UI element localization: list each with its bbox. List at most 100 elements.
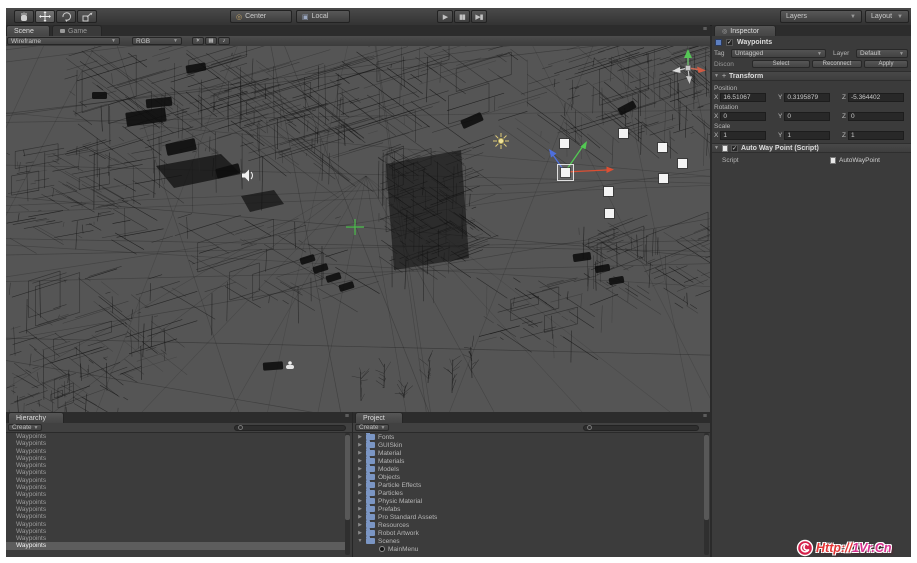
tab-game[interactable]: Game: [52, 25, 102, 36]
chevron-right-icon[interactable]: ▶: [357, 514, 363, 520]
hierarchy-scrollbar[interactable]: [345, 433, 350, 555]
chevron-right-icon[interactable]: ▶: [357, 490, 363, 496]
scene-viewport[interactable]: [6, 46, 710, 412]
chevron-right-icon[interactable]: ▶: [357, 506, 363, 512]
hierarchy-item[interactable]: Waypoints: [6, 499, 345, 506]
hand-tool-button[interactable]: [14, 10, 34, 23]
script-component-header[interactable]: ▼ Auto Way Point (Script): [712, 143, 911, 153]
scale-z-field[interactable]: 1: [848, 131, 904, 140]
chevron-right-icon[interactable]: ▶: [357, 450, 363, 456]
script-enabled-checkbox[interactable]: [731, 145, 738, 152]
hierarchy-item[interactable]: Waypoints: [6, 433, 345, 440]
chevron-right-icon[interactable]: ▶: [357, 522, 363, 528]
rotation-z-field[interactable]: 0: [848, 112, 904, 121]
prefab-reconnect-button[interactable]: Reconnect: [812, 60, 862, 68]
audio-toggle[interactable]: ♪: [218, 37, 230, 45]
project-folder-row[interactable]: ▶Pro Standard Assets: [353, 513, 703, 521]
object-name-field[interactable]: Waypoints: [737, 39, 772, 46]
project-folder-row[interactable]: ▶Material: [353, 449, 703, 457]
project-folder-row[interactable]: ▶Particles: [353, 489, 703, 497]
pivot-local-button[interactable]: ▣ Local: [296, 10, 350, 23]
project-folder-row[interactable]: ▶Models: [353, 465, 703, 473]
hierarchy-item[interactable]: Waypoints: [6, 542, 345, 549]
chevron-right-icon[interactable]: ▶: [357, 466, 363, 472]
draw-mode-dropdown[interactable]: Wireframe ▼: [7, 37, 120, 45]
hierarchy-item[interactable]: Waypoints: [6, 455, 345, 462]
hierarchy-item[interactable]: Waypoints: [6, 513, 345, 520]
project-folder-row[interactable]: ▶Resources: [353, 521, 703, 529]
scale-tool-button[interactable]: [77, 10, 97, 23]
layout-dropdown[interactable]: Layout ▼: [865, 10, 909, 23]
chevron-right-icon[interactable]: ▶: [357, 530, 363, 536]
position-z-field[interactable]: -5.364402: [848, 93, 904, 102]
project-folder-row[interactable]: ▶Robot Artwork: [353, 529, 703, 537]
chevron-right-icon[interactable]: ▶: [357, 482, 363, 488]
chevron-right-icon[interactable]: ▶: [357, 474, 363, 480]
waypoint-gizmo[interactable]: [619, 129, 628, 138]
prefab-apply-button[interactable]: Apply: [864, 60, 908, 68]
chevron-right-icon[interactable]: ▶: [357, 434, 363, 440]
hierarchy-item[interactable]: Waypoints: [6, 440, 345, 447]
waypoint-gizmo[interactable]: [659, 174, 668, 183]
tab-project[interactable]: Project: [355, 412, 403, 423]
lighting-toggle[interactable]: ☀: [192, 37, 204, 45]
scrollbar-thumb[interactable]: [345, 435, 350, 520]
position-y-field[interactable]: 0.3195879: [784, 93, 830, 102]
move-tool-button[interactable]: [35, 10, 55, 23]
hierarchy-item[interactable]: Waypoints: [6, 528, 345, 535]
hierarchy-item[interactable]: Waypoints: [6, 491, 345, 498]
chevron-down-icon[interactable]: ▼: [714, 73, 719, 79]
layers-dropdown[interactable]: Layers ▼: [780, 10, 862, 23]
hierarchy-item[interactable]: Waypoints: [6, 535, 345, 542]
hierarchy-search-input[interactable]: [234, 425, 346, 431]
chevron-down-icon[interactable]: ▼: [714, 145, 719, 151]
waypoint-gizmo[interactable]: [560, 139, 569, 148]
rotation-y-field[interactable]: 0: [784, 112, 830, 121]
chevron-right-icon[interactable]: ▶: [357, 458, 363, 464]
waypoint-gizmo[interactable]: [605, 209, 614, 218]
panel-menu-icon[interactable]: ≡: [703, 413, 707, 420]
project-folder-row[interactable]: ▶Prefabs: [353, 505, 703, 513]
position-x-field[interactable]: 16.51067: [720, 93, 766, 102]
project-create-button[interactable]: Create ▼: [355, 424, 389, 431]
hierarchy-item[interactable]: Waypoints: [6, 506, 345, 513]
project-folder-row[interactable]: ▶Materials: [353, 457, 703, 465]
audio-source-gizmo-icon[interactable]: [242, 170, 252, 182]
rotation-x-field[interactable]: 0: [720, 112, 766, 121]
tab-scene[interactable]: Scene: [6, 25, 50, 36]
hierarchy-item[interactable]: Waypoints: [6, 462, 345, 469]
play-button[interactable]: ▶: [437, 10, 453, 23]
hierarchy-item[interactable]: Waypoints: [6, 477, 345, 484]
scale-x-field[interactable]: 1: [720, 131, 766, 140]
player-marker-icon[interactable]: [286, 361, 294, 369]
tab-hierarchy[interactable]: Hierarchy: [8, 412, 64, 423]
hierarchy-item[interactable]: Waypoints: [6, 448, 345, 455]
project-folder-row[interactable]: ▶Fonts: [353, 433, 703, 441]
chevron-right-icon[interactable]: ▶: [357, 442, 363, 448]
light-gizmo-icon[interactable]: [493, 133, 509, 149]
active-checkbox[interactable]: [726, 39, 733, 46]
tab-inspector[interactable]: ◎ Inspector: [714, 25, 776, 36]
project-folder-row[interactable]: ▶Particle Effects: [353, 481, 703, 489]
hierarchy-create-button[interactable]: Create ▼: [8, 424, 42, 431]
chevron-down-icon[interactable]: ▼: [357, 538, 363, 544]
hierarchy-item[interactable]: Waypoints: [6, 469, 345, 476]
waypoint-gizmo-selected[interactable]: [561, 168, 570, 177]
project-folder-row[interactable]: ▶GUISkin: [353, 441, 703, 449]
transform-component-header[interactable]: ▼ + Transform: [712, 71, 911, 81]
layer-dropdown[interactable]: Default ▼: [856, 49, 908, 58]
pause-button[interactable]: ▮▮: [454, 10, 470, 23]
chevron-right-icon[interactable]: ▶: [357, 498, 363, 504]
project-asset-row[interactable]: MainMenu: [353, 545, 703, 553]
project-folder-row[interactable]: ▼Scenes: [353, 537, 703, 545]
project-scrollbar[interactable]: [704, 433, 709, 555]
panel-menu-icon[interactable]: ≡: [703, 26, 707, 33]
project-folder-row[interactable]: ▶Objects: [353, 473, 703, 481]
rotate-tool-button[interactable]: [56, 10, 76, 23]
waypoint-gizmo[interactable]: [604, 187, 613, 196]
prefab-select-button[interactable]: Select: [752, 60, 810, 68]
project-search-input[interactable]: [583, 425, 699, 431]
color-mode-dropdown[interactable]: RGB ▼: [132, 37, 182, 45]
project-folder-row[interactable]: ▶Physic Material: [353, 497, 703, 505]
orientation-gizmo[interactable]: [672, 49, 706, 84]
